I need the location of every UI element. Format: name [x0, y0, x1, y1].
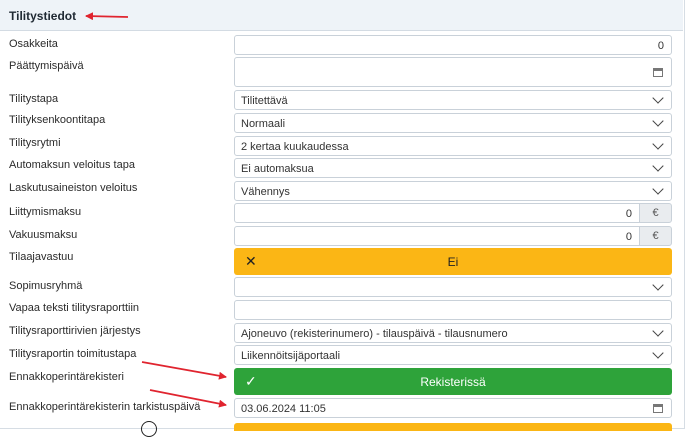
arrow-to-title — [85, 12, 129, 21]
arrow-to-register-button — [141, 361, 227, 380]
arrow-to-check-date — [149, 389, 227, 408]
annotation-arrows — [85, 12, 227, 408]
